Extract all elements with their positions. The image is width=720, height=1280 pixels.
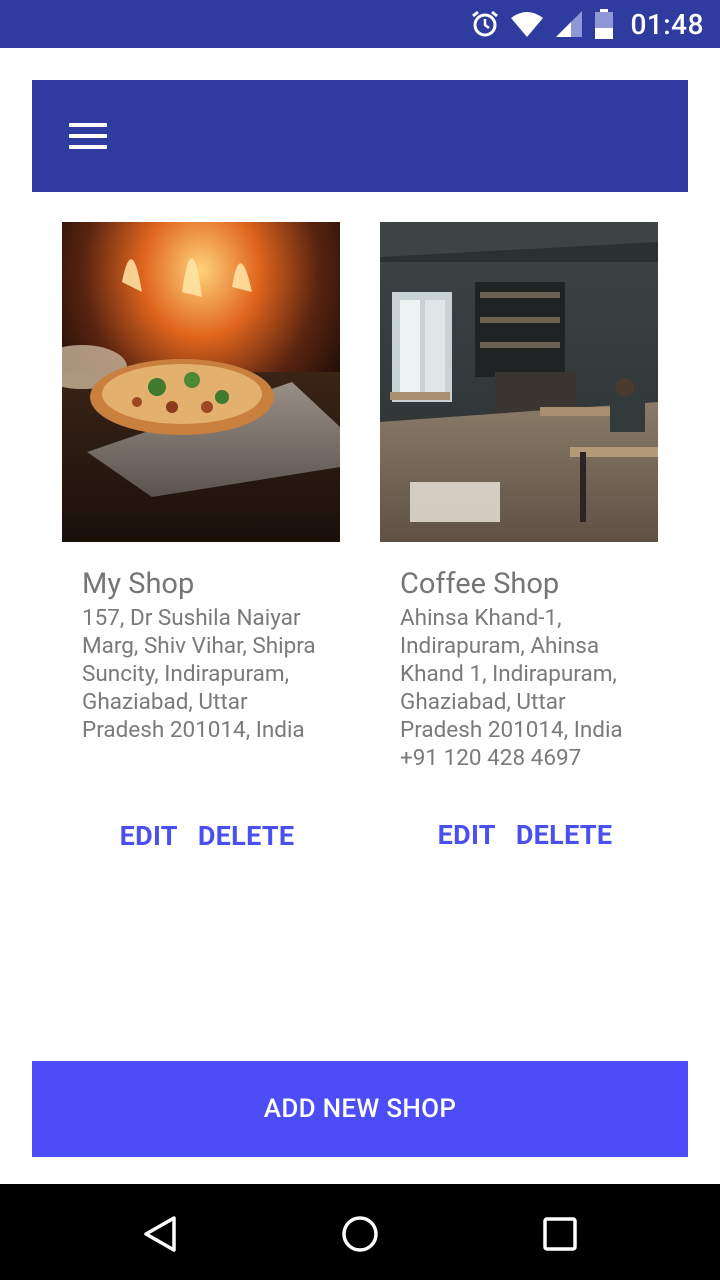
- edit-button[interactable]: EDIT: [120, 820, 178, 852]
- delete-button[interactable]: DELETE: [516, 819, 613, 851]
- wifi-icon: [511, 12, 544, 37]
- cafe-interior-photo: [380, 222, 658, 542]
- system-nav-bar: [0, 1184, 720, 1280]
- shop-card[interactable]: Coffee Shop Ahinsa Khand-1, Indirapuram,…: [380, 222, 658, 851]
- shop-address: 157, Dr Sushila Naiyar Marg, Shiv Vihar,…: [82, 605, 316, 743]
- battery-icon: [595, 9, 614, 39]
- shop-name: My Shop: [82, 567, 195, 601]
- recents-icon[interactable]: [540, 1214, 580, 1254]
- add-new-shop-button[interactable]: ADD NEW SHOP: [32, 1061, 688, 1157]
- alarm-icon: [472, 10, 499, 37]
- shop-phone: +91 120 428 4697: [400, 745, 582, 771]
- app-toolbar: [32, 80, 688, 192]
- hamburger-menu-icon[interactable]: [69, 123, 107, 149]
- shop-address: Ahinsa Khand-1, Indirapuram, Ahinsa Khan…: [400, 605, 623, 743]
- back-icon[interactable]: [140, 1214, 180, 1254]
- clock: 01:48: [630, 7, 704, 41]
- pizza-photo: [62, 222, 340, 542]
- shop-name: Coffee Shop: [400, 567, 560, 601]
- edit-button[interactable]: EDIT: [438, 819, 496, 851]
- status-bar: 01:48: [0, 0, 720, 48]
- signal-icon: [556, 11, 583, 37]
- shop-card[interactable]: My Shop 157, Dr Sushila Naiyar Marg, Shi…: [62, 222, 340, 852]
- home-icon[interactable]: [340, 1214, 380, 1254]
- delete-button[interactable]: DELETE: [198, 820, 295, 852]
